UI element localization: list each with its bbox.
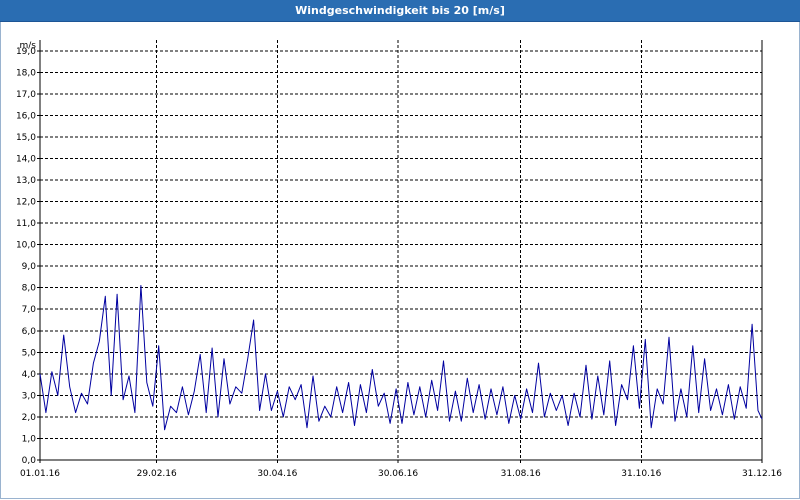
y-tick-label: 4,0 bbox=[22, 370, 37, 380]
x-tick-label: 31.10.16 bbox=[621, 469, 661, 479]
y-tick-label: 17,0 bbox=[16, 90, 36, 100]
y-tick-label: 18,0 bbox=[16, 68, 36, 78]
y-tick-label: 11,0 bbox=[16, 219, 36, 229]
y-tick-label: 12,0 bbox=[16, 198, 36, 208]
y-axis-unit: m/s bbox=[20, 41, 37, 51]
x-tick-label: 30.04.16 bbox=[257, 469, 297, 479]
y-tick-label: 2,0 bbox=[22, 413, 37, 423]
y-tick-label: 3,0 bbox=[22, 391, 37, 401]
x-tick-label: 31.08.16 bbox=[501, 469, 541, 479]
y-tick-label: 7,0 bbox=[22, 305, 37, 315]
y-tick-label: 15,0 bbox=[16, 133, 36, 143]
y-tick-label: 13,0 bbox=[16, 176, 36, 186]
y-tick-label: 6,0 bbox=[22, 327, 37, 337]
x-tick-label: 31.12.16 bbox=[742, 469, 782, 479]
wind-speed-chart: 0,0 1,0 2,0 3,0 4,0 5,0 6,0 7,0 8,0 9,0 10,0 11,0 12… bbox=[16, 40, 782, 479]
y-tick-label: 10,0 bbox=[16, 241, 36, 251]
y-tick-label: 9,0 bbox=[22, 262, 37, 272]
wind-speed-line bbox=[39, 285, 763, 431]
y-tick-label: 16,0 bbox=[16, 111, 36, 121]
y-tick-label: 1,0 bbox=[22, 434, 37, 444]
y-tick-label: 8,0 bbox=[22, 284, 37, 294]
y-tick-label: 0,0 bbox=[22, 456, 37, 466]
chart-window: Windgeschwindigkeit bis 20 [m/s] 0,0 1,0 2… bbox=[0, 0, 800, 500]
x-tick-label: 29.02.16 bbox=[137, 469, 177, 479]
x-tick-label: 30.06.16 bbox=[378, 469, 418, 479]
x-tick-label: 01.01.16 bbox=[20, 469, 60, 479]
y-tick-label: 5,0 bbox=[22, 348, 37, 358]
y-tick-label: 14,0 bbox=[16, 154, 36, 164]
